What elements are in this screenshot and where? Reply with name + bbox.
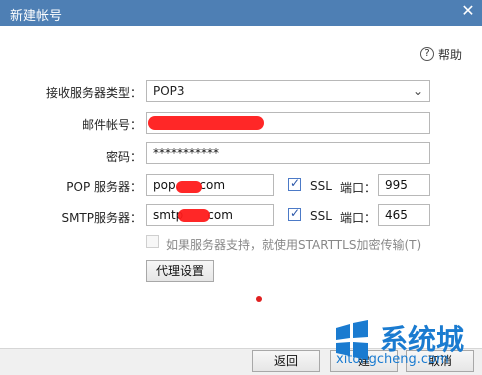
smtp-port-field[interactable]: 465 [378, 204, 430, 226]
pop-port-label: 端口： [340, 181, 377, 195]
smtp-server-field[interactable]: smtp com [146, 204, 274, 226]
pop-redaction [176, 181, 202, 193]
pop-server-field[interactable]: pop. com [146, 174, 274, 196]
site-watermark: 系统城 xitongcheng.com [330, 318, 480, 374]
pop-ssl-checkbox[interactable] [288, 176, 301, 191]
server-type-label: 接收服务器类型： [45, 86, 142, 100]
chevron-down-icon: ⌄ [412, 84, 423, 98]
proxy-settings-button[interactable]: 代理设置 [146, 260, 214, 282]
server-type-select[interactable]: POP3 ⌄ [146, 80, 430, 102]
smtp-port-value: 465 [385, 208, 408, 222]
pop-ssl-label: SSL [310, 179, 332, 193]
pop-port-value: 995 [385, 178, 408, 192]
smtp-redaction [178, 209, 210, 222]
smtp-ssl-checkbox[interactable] [288, 206, 301, 221]
password-field[interactable]: *********** [146, 142, 430, 164]
help-link[interactable]: ? 帮助 [420, 46, 462, 62]
watermark-site: xitongcheng.com [336, 352, 449, 367]
pop-port-field[interactable]: 995 [378, 174, 430, 196]
smtp-port-label: 端口： [340, 211, 377, 225]
pop-server-label: POP 服务器： [66, 180, 142, 194]
title-bar: 新建帐号 ✕ [0, 0, 482, 26]
close-icon[interactable]: ✕ [460, 3, 476, 19]
password-value: *********** [153, 146, 219, 160]
smtp-server-label: SMTP服务器： [61, 211, 142, 225]
account-redaction [148, 116, 264, 130]
smtp-ssl-label: SSL [310, 209, 332, 223]
back-button[interactable]: 返回 [252, 350, 320, 372]
window-title: 新建帐号 [10, 9, 63, 24]
smtp-server-value-tail: com [207, 208, 233, 222]
server-type-value: POP3 [153, 84, 185, 98]
account-label: 邮件帐号： [81, 118, 142, 132]
pop-server-value-tail: com [199, 178, 226, 192]
starttls-label: 如果服务器支持，就使用STARTTLS加密传输(T) [166, 238, 422, 252]
help-label: 帮助 [438, 47, 463, 62]
starttls-checkbox[interactable] [146, 235, 159, 248]
red-dot-marker [256, 296, 262, 302]
question-icon: ? [420, 47, 434, 61]
password-label: 密码： [105, 150, 142, 164]
